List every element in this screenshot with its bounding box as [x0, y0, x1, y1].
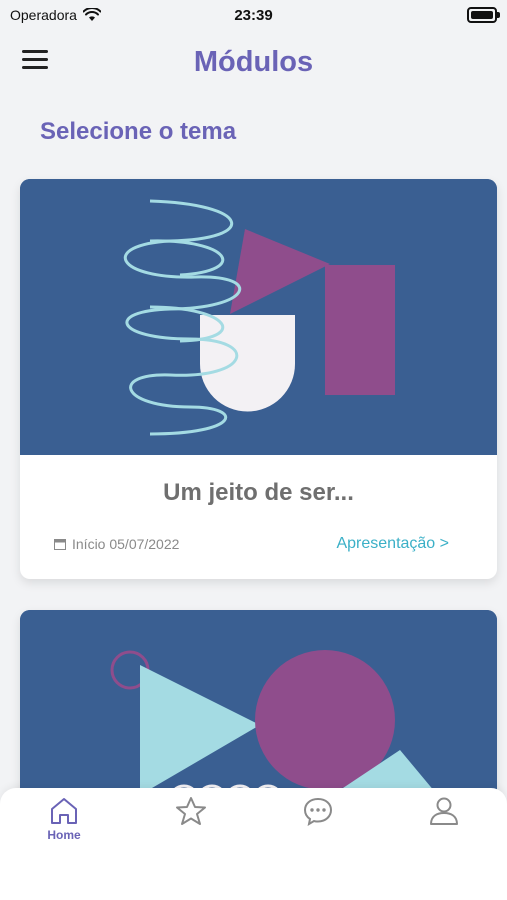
wifi-icon — [82, 8, 101, 21]
card-footer: Início 05/07/2022 Apresentação > — [54, 535, 449, 553]
tab-messages[interactable] — [283, 796, 353, 856]
battery-icon — [467, 7, 500, 23]
battery-level — [471, 11, 493, 19]
presentation-link[interactable]: Apresentação > — [336, 535, 449, 553]
tab-bar: Home — [0, 788, 507, 900]
start-date: Início 05/07/2022 — [54, 536, 179, 552]
status-bar: Operadora 23:39 — [0, 0, 507, 30]
card-title: Um jeito de ser... — [163, 479, 354, 506]
tab-profile[interactable] — [409, 796, 479, 856]
star-icon — [176, 797, 206, 825]
calendar-icon — [54, 539, 66, 550]
status-time: 23:39 — [234, 6, 273, 24]
module-illustration — [20, 179, 497, 455]
home-icon — [51, 798, 77, 824]
tab-home[interactable]: Home — [29, 796, 99, 856]
user-icon — [430, 797, 458, 825]
page-title: Módulos — [193, 46, 314, 78]
header: Módulos — [0, 40, 507, 86]
tab-favorites[interactable] — [156, 796, 226, 856]
module-card[interactable]: Um jeito de ser... Início 05/07/2022 Apr… — [20, 179, 497, 579]
start-date-text: Início 05/07/2022 — [72, 536, 180, 552]
chat-icon — [303, 797, 333, 826]
tab-home-label: Home — [47, 828, 81, 842]
status-left: Operadora — [10, 7, 101, 23]
section-title: Selecione o tema — [40, 118, 237, 145]
carrier-name: Operadora — [10, 7, 77, 23]
